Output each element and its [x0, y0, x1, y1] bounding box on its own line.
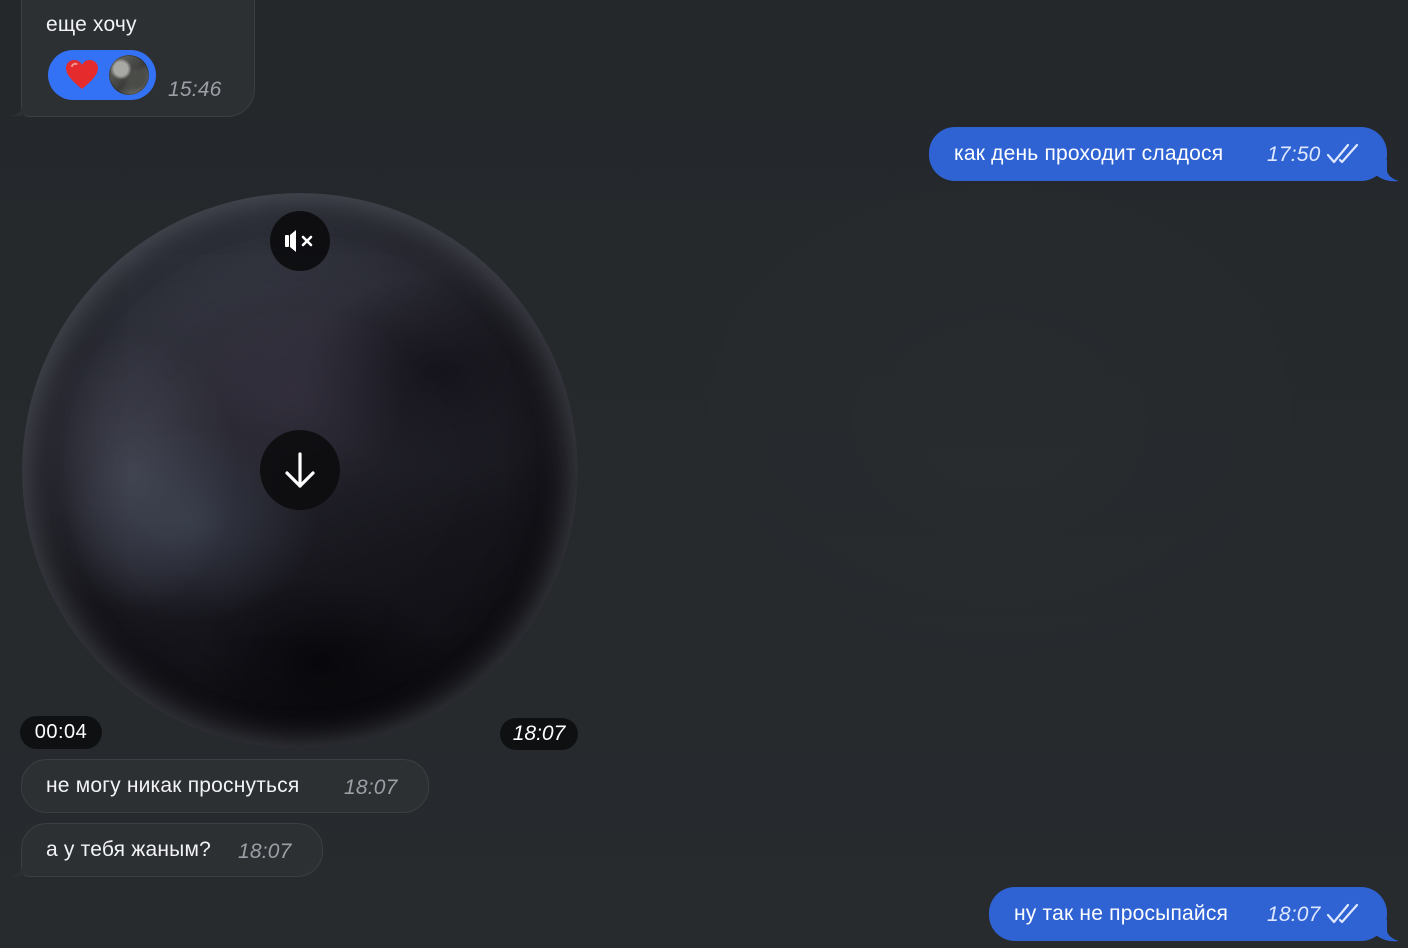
message-time: 17:50 — [1267, 143, 1321, 166]
double-check-icon — [1326, 903, 1359, 924]
heart-icon — [66, 60, 98, 89]
outgoing-message[interactable]: ну так не просыпайся 18:07 — [989, 887, 1387, 941]
message-text: ну так не просыпайся — [1014, 902, 1229, 925]
chat-area[interactable]: еще хочу 15:46 как день проходит сладося… — [0, 0, 1408, 948]
reactor-avatar — [109, 55, 149, 95]
mute-button[interactable] — [270, 211, 330, 271]
message-time: 18:07 — [500, 718, 578, 750]
incoming-message[interactable]: еще хочу 15:46 — [21, 0, 255, 117]
bubble-tail — [10, 855, 33, 877]
download-arrow-icon — [285, 452, 315, 488]
message-text: еще хочу — [46, 13, 137, 36]
muted-speaker-icon — [285, 230, 313, 252]
bubble-tail — [10, 95, 33, 117]
message-text: а у тебя жаным? — [46, 838, 211, 861]
bubble-tail — [1376, 160, 1399, 182]
download-button[interactable] — [260, 430, 340, 510]
reaction-pill[interactable] — [48, 50, 156, 100]
message-text: как день проходит сладося — [954, 142, 1224, 165]
video-duration: 00:04 — [20, 716, 102, 749]
message-time: 18:07 — [344, 776, 398, 799]
incoming-message[interactable]: не могу никак проснуться 18:07 — [21, 759, 429, 813]
message-time: 18:07 — [238, 840, 292, 863]
outgoing-message[interactable]: как день проходит сладося 17:50 — [929, 127, 1387, 181]
message-time: 15:46 — [168, 78, 222, 101]
message-time: 18:07 — [1267, 903, 1321, 926]
bubble-tail — [1376, 920, 1399, 942]
double-check-icon — [1326, 143, 1359, 164]
incoming-message[interactable]: а у тебя жаным? 18:07 — [21, 823, 323, 877]
message-text: не могу никак проснуться — [46, 774, 300, 797]
